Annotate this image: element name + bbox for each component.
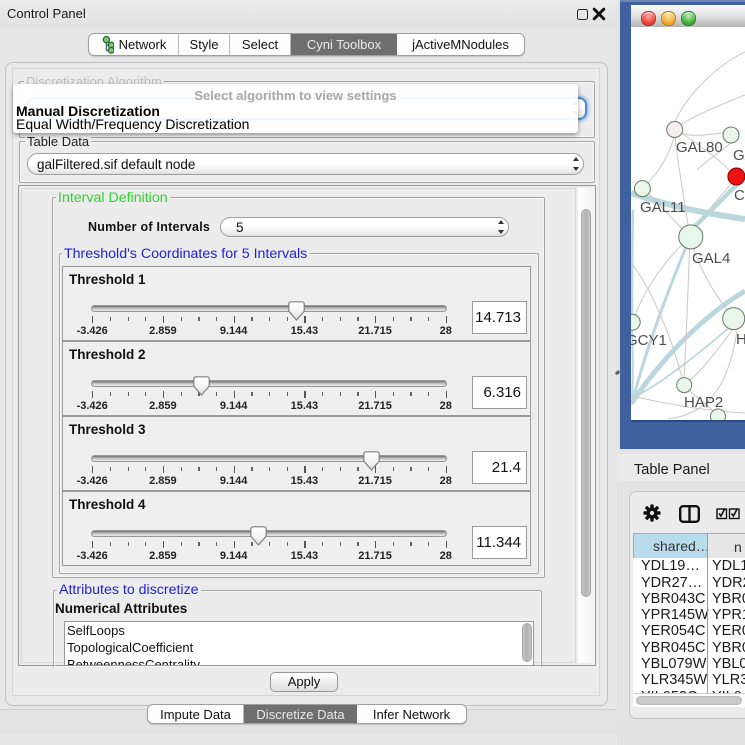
svg-text:GCY1: GCY1 <box>631 332 667 349</box>
svg-text:GA: GA <box>733 147 745 164</box>
svg-text:GAL11: GAL11 <box>640 199 686 216</box>
svg-text:HA: HA <box>736 331 745 348</box>
svg-text:GAL4: GAL4 <box>692 250 730 267</box>
svg-text:GAL80: GAL80 <box>676 139 723 156</box>
svg-text:HAP2: HAP2 <box>684 394 723 411</box>
svg-text:CY: CY <box>734 187 745 204</box>
